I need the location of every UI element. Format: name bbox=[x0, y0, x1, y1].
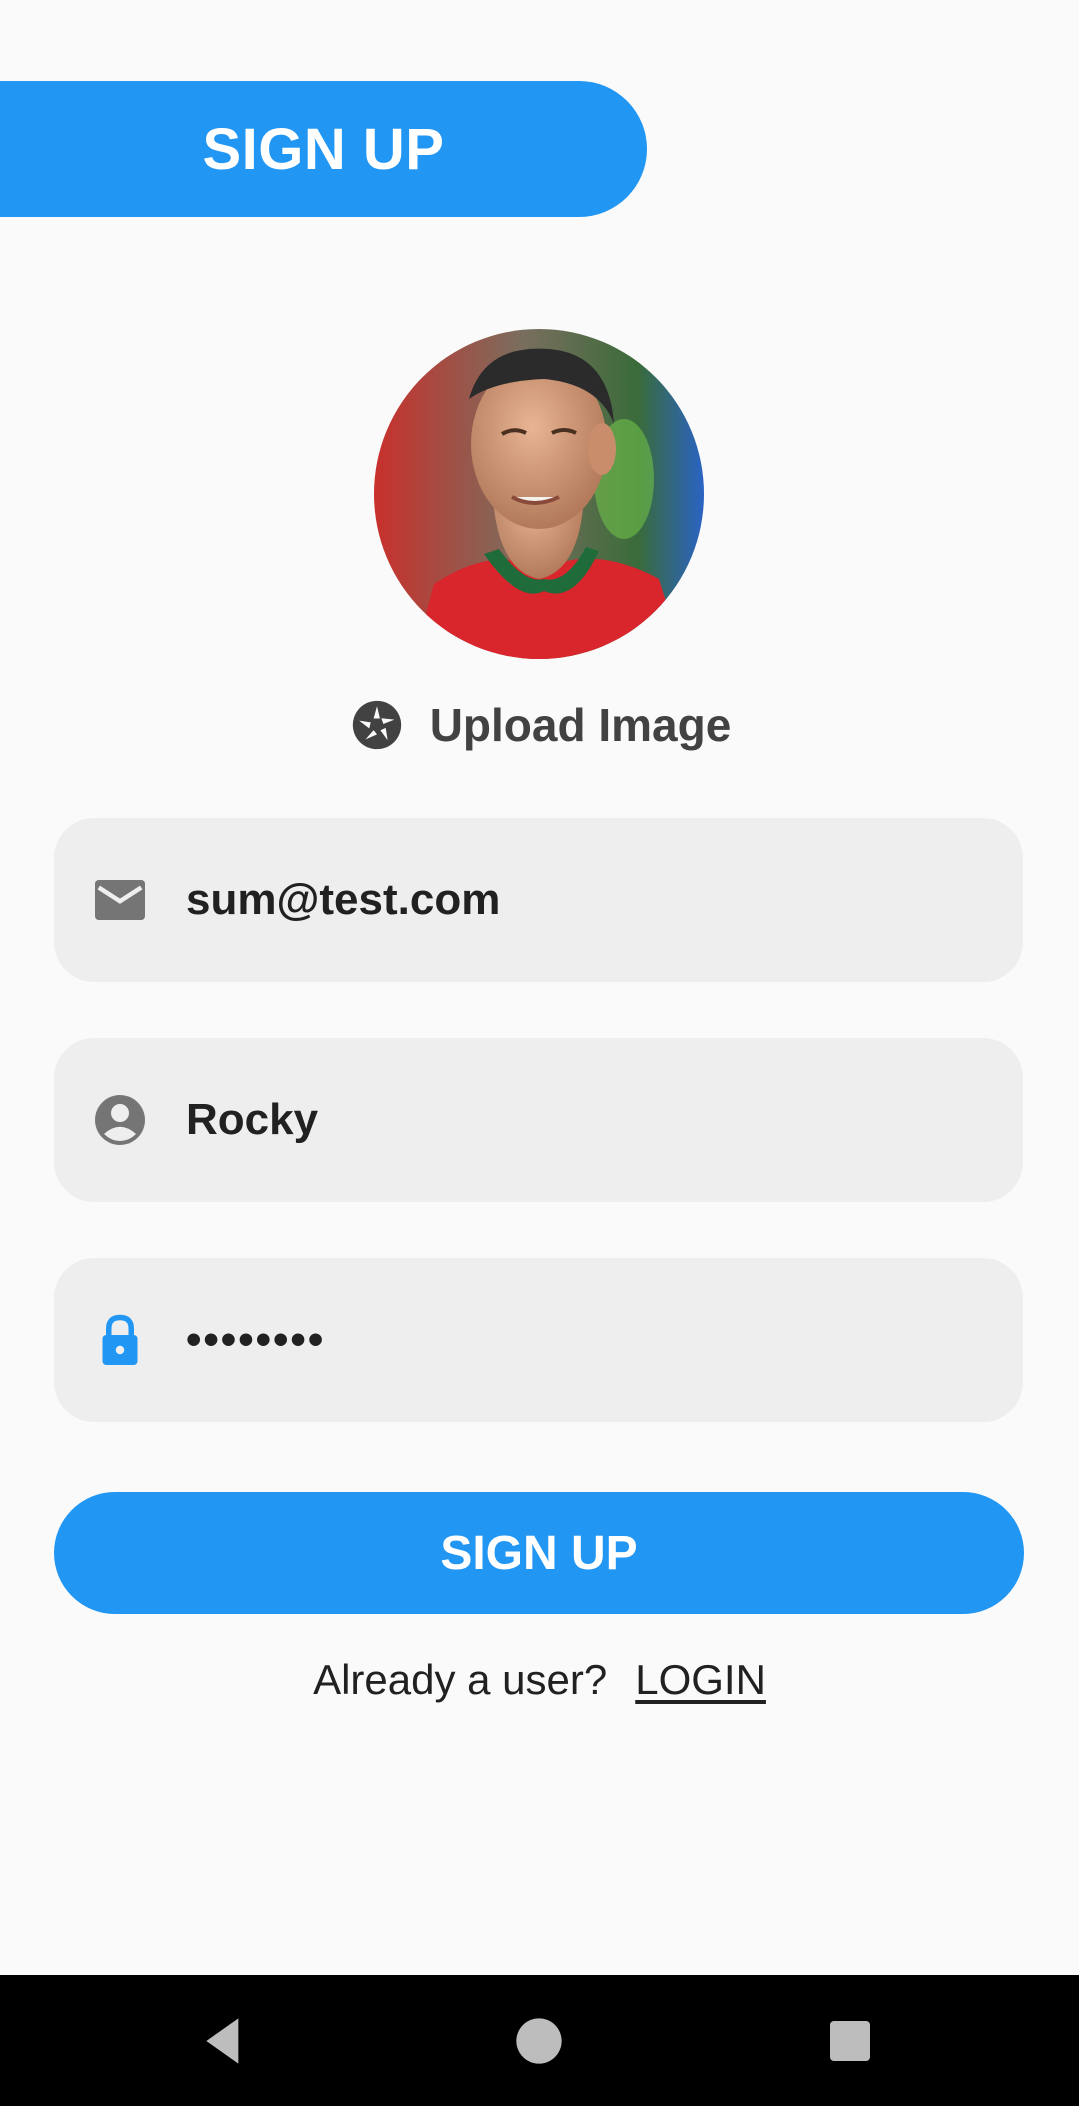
signup-button-label: SIGN UP bbox=[440, 1526, 638, 1580]
upload-image-label: Upload Image bbox=[429, 699, 732, 751]
upload-image-button[interactable]: Upload Image bbox=[0, 690, 1079, 760]
signup-button[interactable]: SIGN UP bbox=[54, 1492, 1024, 1614]
name-field[interactable]: Rocky bbox=[54, 1038, 1023, 1202]
system-nav-bar bbox=[0, 1975, 1079, 2106]
email-value: sum@test.com bbox=[186, 875, 501, 924]
email-field[interactable]: sum@test.com bbox=[54, 818, 1023, 982]
home-circle-icon[interactable] bbox=[507, 2009, 571, 2073]
login-link[interactable]: LOGIN bbox=[635, 1656, 766, 1704]
password-value: •••••••• bbox=[186, 1315, 326, 1364]
name-value: Rocky bbox=[186, 1095, 319, 1144]
avatar-photo-image bbox=[374, 329, 704, 659]
login-prompt-row: Already a user? LOGIN bbox=[0, 1650, 1079, 1710]
page-title: SIGN UP bbox=[202, 116, 445, 182]
avatar[interactable] bbox=[374, 329, 704, 659]
recents-square-icon[interactable] bbox=[818, 2009, 882, 2073]
signup-screen: SIGN UP Upload Image sum@test.com Rocky … bbox=[0, 0, 1079, 2106]
camera-aperture-icon bbox=[352, 700, 401, 750]
header-banner: SIGN UP bbox=[0, 81, 647, 217]
lock-icon bbox=[102, 1314, 138, 1365]
back-triangle-icon[interactable] bbox=[193, 2009, 257, 2073]
already-user-text: Already a user? bbox=[313, 1656, 608, 1703]
mail-icon bbox=[95, 880, 145, 920]
password-field[interactable]: •••••••• bbox=[54, 1258, 1023, 1422]
account-circle-icon bbox=[95, 1095, 145, 1145]
